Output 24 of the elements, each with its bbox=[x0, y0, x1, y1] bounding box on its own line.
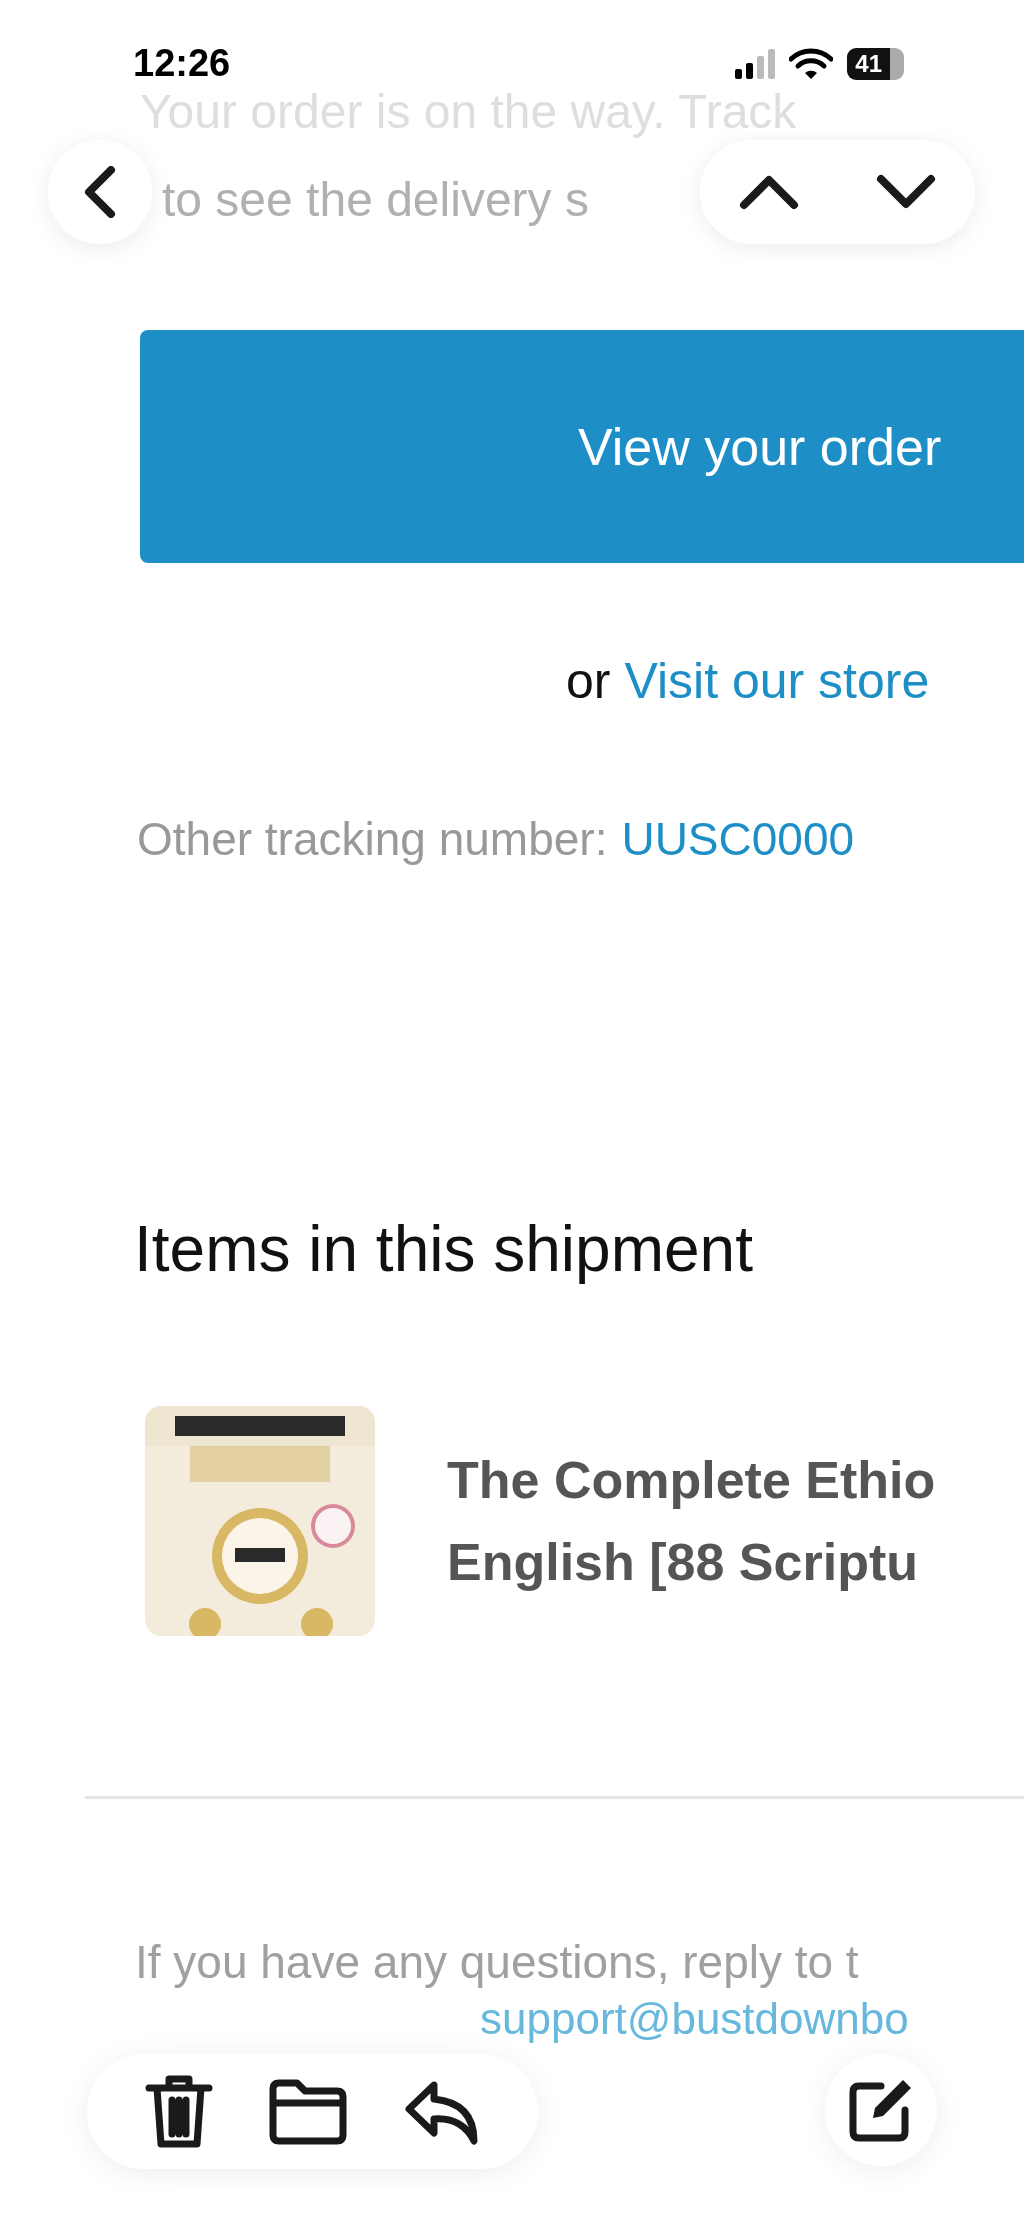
body-text: to see the delivery s bbox=[162, 172, 589, 228]
delete-button[interactable] bbox=[145, 2073, 214, 2150]
section-heading: Items in this shipment bbox=[134, 1212, 754, 1287]
back-icon bbox=[83, 166, 117, 218]
view-order-button[interactable]: View your order bbox=[140, 330, 1024, 563]
next-button[interactable] bbox=[876, 174, 937, 210]
previous-button[interactable] bbox=[738, 174, 799, 210]
move-button[interactable] bbox=[269, 2078, 348, 2145]
status-time: 12:26 bbox=[133, 42, 231, 85]
trash-icon bbox=[145, 2073, 214, 2150]
chevron-up-icon bbox=[738, 174, 799, 210]
signal-icon bbox=[735, 48, 776, 79]
support-text: If you have any questions, reply to t bbox=[134, 1935, 860, 1990]
battery-indicator: 41 bbox=[847, 47, 904, 80]
tracking-link[interactable]: UUSC0000 bbox=[621, 809, 855, 869]
store-link[interactable]: Visit our store bbox=[624, 651, 930, 711]
folder-icon bbox=[269, 2078, 348, 2145]
or-text: or bbox=[566, 652, 611, 711]
item-title: The Complete Ethio bbox=[447, 1450, 936, 1511]
wifi-icon bbox=[789, 47, 834, 80]
tracking-label: Other tracking number: bbox=[137, 812, 608, 867]
email-link[interactable]: support@bustdownbo bbox=[480, 1995, 909, 2043]
chevron-down-icon bbox=[876, 174, 937, 210]
item-title: English [88 Scriptu bbox=[447, 1532, 919, 1593]
